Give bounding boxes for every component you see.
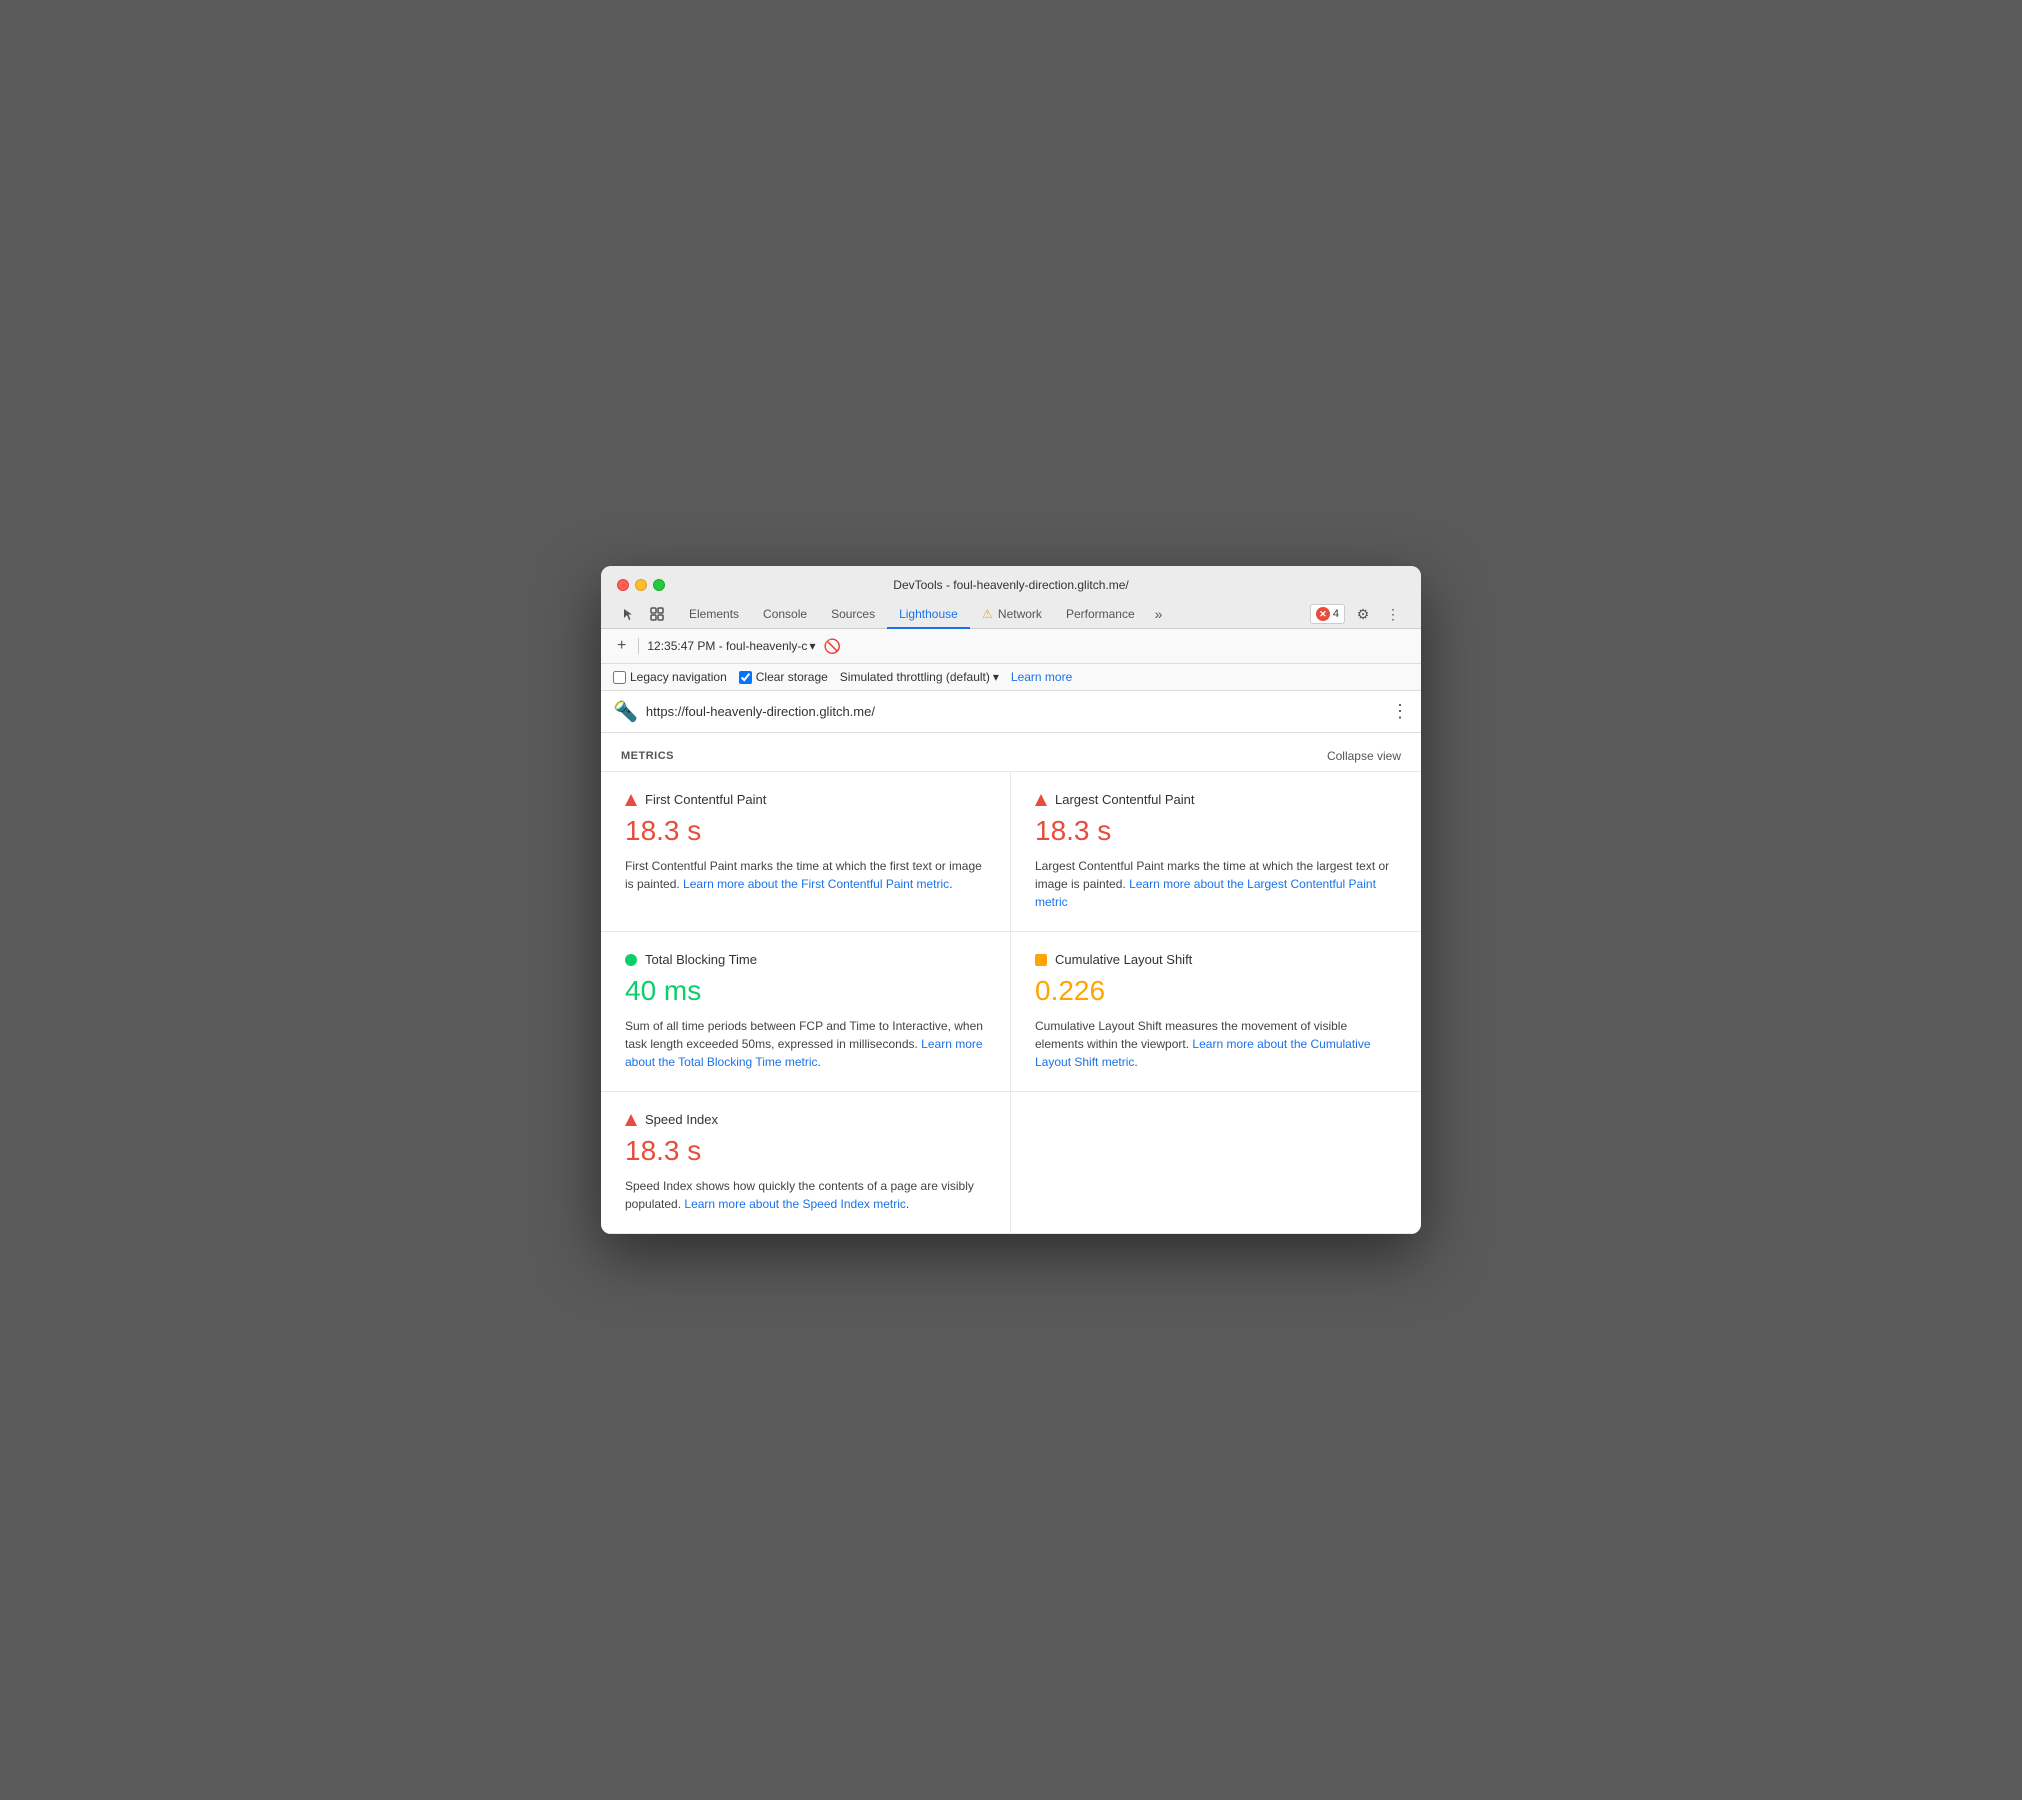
metrics-grid: First Contentful Paint 18.3 s First Cont… — [601, 771, 1421, 1234]
options-bar: Legacy navigation Clear storage Simulate… — [601, 664, 1421, 691]
fcp-learn-more-link[interactable]: Learn more about the First Contentful Pa… — [683, 877, 949, 891]
legacy-navigation-checkbox[interactable]: Legacy navigation — [613, 670, 727, 684]
devtools-tabs: Elements Console Sources Lighthouse ⚠ Ne… — [617, 600, 1405, 628]
tbt-name: Total Blocking Time — [645, 952, 757, 967]
metric-fcp-header: First Contentful Paint — [625, 792, 986, 807]
legacy-navigation-input[interactable] — [613, 671, 626, 684]
toolbar-divider — [638, 638, 639, 654]
tbt-value: 40 ms — [625, 975, 986, 1007]
toolbar: + 12:35:47 PM - foul-heavenly-c ▾ 🚫 — [601, 629, 1421, 664]
throttling-arrow-icon: ▾ — [993, 670, 999, 684]
traffic-lights — [617, 579, 665, 591]
clear-storage-checkbox[interactable]: Clear storage — [739, 670, 828, 684]
lcp-value: 18.3 s — [1035, 815, 1397, 847]
title-bar: DevTools - foul-heavenly-direction.glitc… — [601, 566, 1421, 629]
metric-cls: Cumulative Layout Shift 0.226 Cumulative… — [1011, 932, 1421, 1092]
clear-storage-input[interactable] — [739, 671, 752, 684]
fcp-indicator-icon — [625, 794, 637, 806]
error-count: 4 — [1333, 608, 1339, 620]
tab-icon-group — [617, 602, 669, 626]
page-url: https://foul-heavenly-direction.glitch.m… — [646, 704, 1383, 719]
minimize-button[interactable] — [635, 579, 647, 591]
dropdown-arrow-icon: ▾ — [809, 639, 815, 653]
si-name: Speed Index — [645, 1112, 718, 1127]
tbt-description: Sum of all time periods between FCP and … — [625, 1017, 986, 1071]
metric-tbt: Total Blocking Time 40 ms Sum of all tim… — [601, 932, 1011, 1092]
lcp-name: Largest Contentful Paint — [1055, 792, 1194, 807]
session-dropdown[interactable]: 12:35:47 PM - foul-heavenly-c ▾ — [647, 639, 815, 653]
tab-right-controls: ✕ 4 ⚙ ⋮ — [1310, 602, 1405, 626]
collapse-view-button[interactable]: Collapse view — [1327, 749, 1401, 763]
tab-more[interactable]: » — [1147, 600, 1171, 628]
add-button[interactable]: + — [613, 635, 630, 657]
fcp-value: 18.3 s — [625, 815, 986, 847]
maximize-button[interactable] — [653, 579, 665, 591]
learn-more-link[interactable]: Learn more — [1011, 670, 1072, 684]
throttling-dropdown[interactable]: Simulated throttling (default) ▾ — [840, 670, 999, 684]
cursor-icon[interactable] — [617, 602, 641, 626]
tabs-list: Elements Console Sources Lighthouse ⚠ Ne… — [677, 600, 1310, 628]
close-button[interactable] — [617, 579, 629, 591]
tab-sources[interactable]: Sources — [819, 601, 887, 629]
tab-console[interactable]: Console — [751, 601, 819, 629]
si-learn-more-link[interactable]: Learn more about the Speed Index metric — [684, 1197, 905, 1211]
si-indicator-icon — [625, 1114, 637, 1126]
metric-cls-header: Cumulative Layout Shift — [1035, 952, 1397, 967]
fcp-name: First Contentful Paint — [645, 792, 766, 807]
error-icon: ✕ — [1316, 607, 1330, 621]
url-bar: 🔦 https://foul-heavenly-direction.glitch… — [601, 691, 1421, 733]
metrics-header: METRICS Collapse view — [601, 733, 1421, 771]
metrics-section-title: METRICS — [621, 750, 674, 762]
metric-lcp: Largest Contentful Paint 18.3 s Largest … — [1011, 772, 1421, 932]
block-icon[interactable]: 🚫 — [823, 638, 840, 655]
tab-lighthouse[interactable]: Lighthouse — [887, 601, 970, 629]
error-badge[interactable]: ✕ 4 — [1310, 604, 1345, 624]
cls-value: 0.226 — [1035, 975, 1397, 1007]
inspect-icon[interactable] — [645, 602, 669, 626]
metric-si: Speed Index 18.3 s Speed Index shows how… — [601, 1092, 1011, 1234]
settings-button[interactable]: ⚙ — [1351, 602, 1375, 626]
main-content: METRICS Collapse view First Contentful P… — [601, 733, 1421, 1234]
tab-performance[interactable]: Performance — [1054, 601, 1147, 629]
url-more-button[interactable]: ⋮ — [1391, 701, 1409, 722]
devtools-window: DevTools - foul-heavenly-direction.glitc… — [601, 566, 1421, 1234]
si-value: 18.3 s — [625, 1135, 986, 1167]
tab-elements[interactable]: Elements — [677, 601, 751, 629]
lcp-indicator-icon — [1035, 794, 1047, 806]
cls-description: Cumulative Layout Shift measures the mov… — [1035, 1017, 1397, 1071]
metric-lcp-header: Largest Contentful Paint — [1035, 792, 1397, 807]
network-warning-icon: ⚠ — [982, 607, 993, 621]
cls-name: Cumulative Layout Shift — [1055, 952, 1192, 967]
lcp-description: Largest Contentful Paint marks the time … — [1035, 857, 1397, 911]
cls-indicator-icon — [1035, 954, 1047, 966]
legacy-navigation-label: Legacy navigation — [630, 670, 727, 684]
throttling-label: Simulated throttling (default) — [840, 670, 990, 684]
metric-fcp: First Contentful Paint 18.3 s First Cont… — [601, 772, 1011, 932]
window-title: DevTools - foul-heavenly-direction.glitc… — [617, 578, 1405, 592]
session-timestamp: 12:35:47 PM - foul-heavenly-c — [647, 639, 807, 653]
fcp-description: First Contentful Paint marks the time at… — [625, 857, 986, 893]
clear-storage-label: Clear storage — [756, 670, 828, 684]
si-description: Speed Index shows how quickly the conten… — [625, 1177, 986, 1213]
metric-si-header: Speed Index — [625, 1112, 986, 1127]
tab-network[interactable]: ⚠ Network — [970, 601, 1054, 629]
metric-si-empty — [1011, 1092, 1421, 1234]
more-options-button[interactable]: ⋮ — [1381, 602, 1405, 626]
metric-tbt-header: Total Blocking Time — [625, 952, 986, 967]
tbt-indicator-icon — [625, 954, 637, 966]
lighthouse-logo-icon: 🔦 — [613, 699, 638, 724]
